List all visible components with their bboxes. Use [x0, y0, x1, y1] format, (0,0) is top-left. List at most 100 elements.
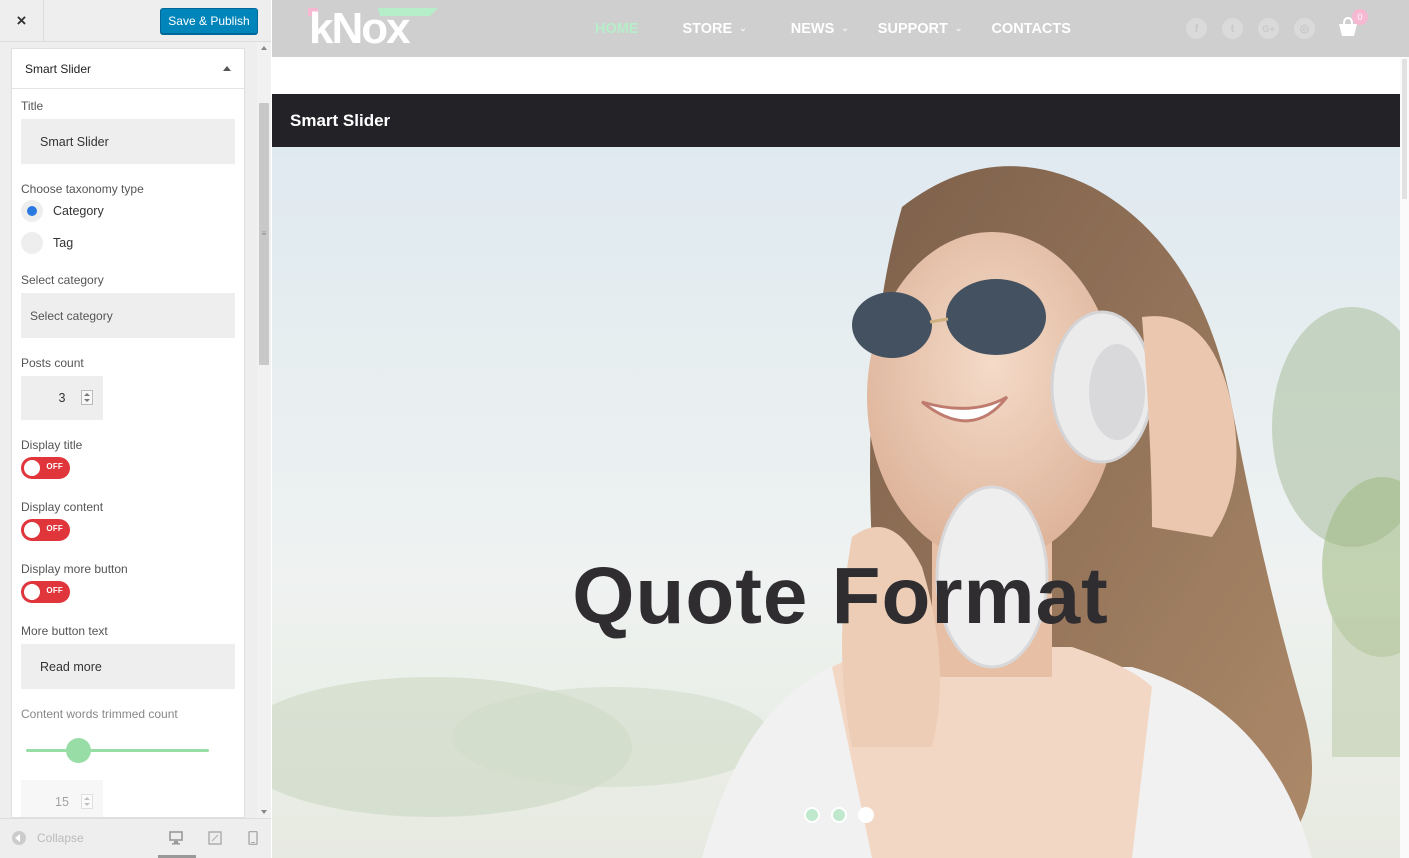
- stepper-up-icon[interactable]: [84, 392, 90, 396]
- toggle-knob: [24, 460, 40, 476]
- category-select[interactable]: Select category: [21, 293, 235, 338]
- google-plus-icon[interactable]: G+: [1258, 18, 1279, 39]
- cart-count-badge: 0: [1352, 9, 1368, 25]
- slider-widget-title: Smart Slider: [290, 110, 391, 130]
- posts-count-control: Posts count 3: [21, 356, 236, 420]
- toggle-state: OFF: [46, 586, 63, 595]
- slide-title: Quote Format: [572, 551, 1109, 640]
- facebook-icon[interactable]: f: [1186, 18, 1207, 39]
- site-preview: kNox HOME STORE ⌄ NEWS ⌄ SUPPORT ⌄ CONTACTS…: [272, 0, 1409, 858]
- social-links: f t G+ ◎: [1186, 18, 1330, 39]
- category-label: Select category: [21, 273, 104, 287]
- preview-scrollbar-thumb[interactable]: [1402, 59, 1407, 199]
- display-content-label: Display content: [21, 500, 104, 514]
- radio-button[interactable]: [21, 232, 43, 254]
- display-more-label: Display more button: [21, 562, 128, 576]
- scrollbar-thumb[interactable]: ≡: [259, 103, 269, 365]
- stepper-down-icon[interactable]: [84, 399, 90, 403]
- display-more-toggle[interactable]: OFF: [21, 581, 70, 603]
- grip-icon: ≡: [261, 229, 267, 238]
- widget-settings-scroll-area[interactable]: Smart Slider Title Smart Slider Choose t…: [11, 48, 245, 818]
- customizer-panel: × Save & Publish Smart Slider Title Smar…: [0, 0, 271, 858]
- toggle-state: OFF: [46, 462, 63, 471]
- posts-count-input[interactable]: 3: [21, 376, 103, 420]
- widget-section-header[interactable]: Smart Slider: [12, 49, 244, 89]
- nav-store[interactable]: STORE ⌄: [683, 21, 747, 37]
- chevron-down-icon: ⌄: [954, 23, 963, 33]
- customizer-header: × Save & Publish: [0, 0, 271, 42]
- radio-category-label: Category: [53, 204, 104, 218]
- scroll-up-icon[interactable]: [261, 46, 267, 50]
- trim-count-slider[interactable]: [26, 738, 209, 763]
- site-header: kNox HOME STORE ⌄ NEWS ⌄ SUPPORT ⌄ CONTACTS…: [272, 0, 1409, 57]
- toggle-state: OFF: [46, 524, 63, 533]
- nav-support-label: SUPPORT: [877, 20, 948, 37]
- radio-button[interactable]: [21, 200, 43, 222]
- trim-count-stepper[interactable]: [81, 794, 93, 809]
- customizer-footer: Collapse: [0, 818, 271, 858]
- panel-scrollbar[interactable]: ≡: [257, 42, 271, 818]
- slider-handle[interactable]: [66, 738, 91, 763]
- display-title-toggle[interactable]: OFF: [21, 457, 70, 479]
- trim-count-label: Content words trimmed count: [21, 707, 178, 721]
- collapse-button[interactable]: Collapse: [12, 831, 84, 845]
- title-label: Title: [21, 99, 44, 113]
- category-control: Select category Select category: [21, 273, 236, 338]
- twitter-icon[interactable]: t: [1222, 18, 1243, 39]
- radio-tag[interactable]: Tag: [21, 232, 236, 254]
- radio-category[interactable]: Category: [21, 200, 236, 222]
- save-publish-button[interactable]: Save & Publish: [160, 8, 258, 34]
- taxonomy-label: Choose taxonomy type: [21, 182, 144, 196]
- taxonomy-control: Choose taxonomy type Category Tag: [21, 182, 236, 254]
- more-text-label: More button text: [21, 624, 108, 638]
- slide-dot-1[interactable]: [804, 807, 820, 823]
- desktop-preview-icon[interactable]: [169, 831, 183, 845]
- nav-home[interactable]: HOME: [595, 21, 639, 37]
- trim-count-control: Content words trimmed count 15: [21, 707, 236, 817]
- toggle-knob: [24, 584, 40, 600]
- slide-dot-2[interactable]: [831, 807, 847, 823]
- instagram-icon[interactable]: ◎: [1294, 18, 1315, 39]
- display-more-control: Display more button OFF: [21, 562, 236, 603]
- more-text-input[interactable]: Read more: [21, 644, 235, 689]
- trim-count-input[interactable]: 15: [21, 780, 103, 817]
- nav-home-label: HOME: [595, 20, 639, 37]
- nav-support[interactable]: SUPPORT ⌄: [878, 21, 963, 37]
- stepper-up-icon[interactable]: [84, 796, 90, 800]
- scroll-down-icon[interactable]: [261, 810, 267, 814]
- slider-slide[interactable]: Quote Format: [272, 147, 1409, 858]
- site-logo[interactable]: kNox: [309, 7, 411, 51]
- radio-tag-label: Tag: [53, 236, 74, 250]
- mobile-preview-icon[interactable]: [246, 831, 260, 845]
- collapse-label: Collapse: [37, 831, 84, 845]
- tablet-preview-icon[interactable]: [208, 831, 222, 845]
- display-title-control: Display title OFF: [21, 438, 236, 479]
- widget-section-title: Smart Slider: [25, 61, 92, 76]
- posts-count-value: 3: [58, 391, 66, 405]
- toggle-knob: [24, 522, 40, 538]
- display-content-toggle[interactable]: OFF: [21, 519, 70, 541]
- posts-count-stepper[interactable]: [81, 390, 93, 405]
- title-input[interactable]: Smart Slider: [21, 119, 235, 164]
- collapse-caret-icon[interactable]: [223, 66, 231, 71]
- header-spacer: [272, 57, 1409, 94]
- posts-count-label: Posts count: [21, 356, 84, 370]
- radio-selected-dot: [27, 206, 37, 216]
- chevron-down-icon: ⌄: [841, 23, 849, 33]
- nav-contacts[interactable]: CONTACTS: [991, 21, 1070, 37]
- stepper-down-icon[interactable]: [84, 803, 90, 807]
- chevron-down-icon: ⌄: [739, 23, 747, 33]
- nav-contacts-label: CONTACTS: [991, 20, 1071, 37]
- slide-dot-3[interactable]: [858, 807, 874, 823]
- slider-widget-title-bar: Smart Slider: [272, 94, 1409, 147]
- nav-store-label: STORE: [682, 20, 733, 37]
- nav-news[interactable]: NEWS ⌄: [791, 21, 849, 37]
- display-title-label: Display title: [21, 438, 83, 452]
- title-control: Title Smart Slider: [21, 99, 236, 164]
- trim-count-value: 15: [55, 795, 69, 809]
- display-content-control: Display content OFF: [21, 500, 236, 541]
- close-customizer-button[interactable]: ×: [0, 0, 44, 42]
- main-nav: HOME STORE ⌄ NEWS ⌄ SUPPORT ⌄ CONTACTS: [595, 0, 1115, 57]
- preview-scrollbar[interactable]: [1400, 57, 1409, 858]
- slider-pagination: [804, 807, 885, 823]
